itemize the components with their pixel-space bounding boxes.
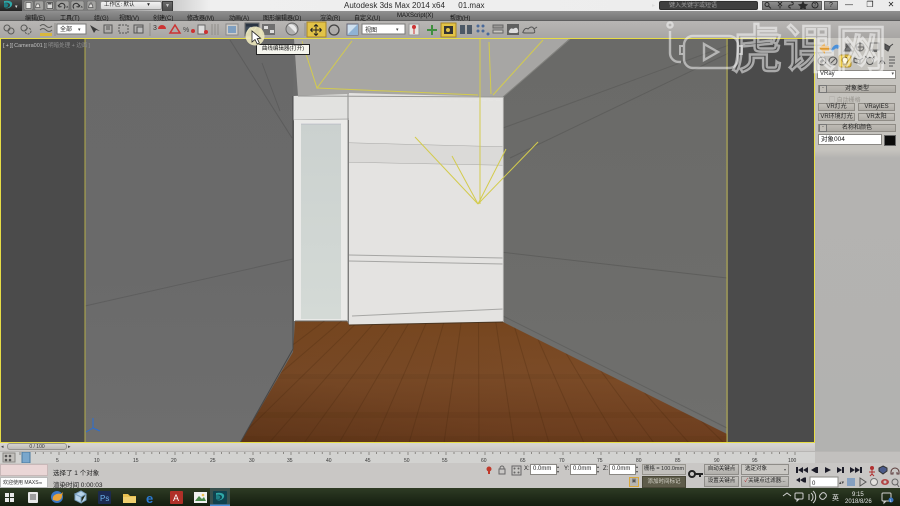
svg-text:视图: 视图 [365,26,377,34]
svg-text:9:15: 9:15 [852,492,864,498]
svg-text:虎课网: 虎课网 [731,22,887,74]
svg-text:A: A [173,493,179,503]
svg-text:?: ? [814,3,817,9]
svg-text:▴▾: ▴▾ [839,480,845,486]
svg-text:%: % [183,27,189,34]
svg-text:英: 英 [832,493,839,502]
svg-text:e: e [146,491,153,506]
svg-text:Ps: Ps [100,494,109,503]
svg-text:2018/8/26: 2018/8/26 [845,499,872,505]
svg-text:3: 3 [153,25,157,32]
svg-text:全部: 全部 [60,25,72,33]
